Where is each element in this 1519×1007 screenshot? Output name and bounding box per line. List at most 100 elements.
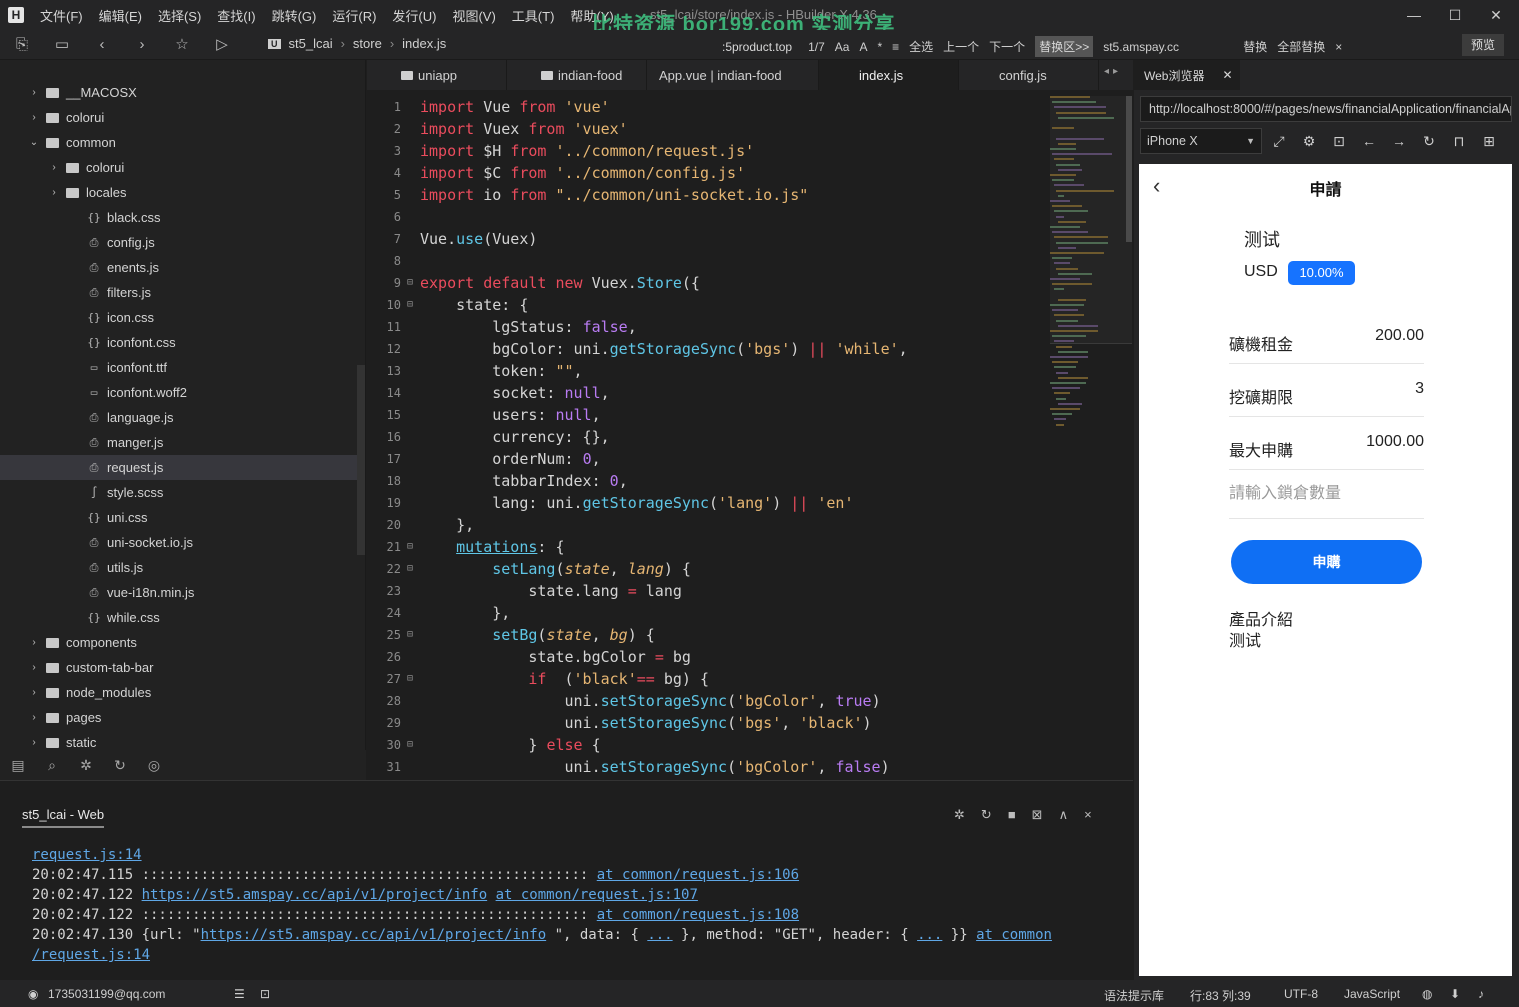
lock-icon[interactable]: ⊓ [1450,132,1468,150]
code-line[interactable]: 29 uni.setStorageSync('bgs', 'black') [367,712,1047,734]
code-line[interactable]: 12 bgColor: uni.getStorageSync('bgs') ||… [367,338,1047,360]
breadcrumb-project[interactable]: st5_lcai [289,36,333,51]
editor-tab[interactable]: uniapp [367,60,507,90]
tree-file[interactable]: ⎙ request.js [0,455,357,480]
devtools-icon[interactable]: ⊡ [1330,132,1348,150]
tree-folder[interactable]: › static [0,730,357,750]
chevron-right-icon[interactable]: › [48,187,60,198]
chevron-right-icon[interactable]: › [28,112,40,123]
chevron-right-icon[interactable]: › [28,712,40,723]
encoding-label[interactable]: UTF-8 [1284,987,1318,1001]
code-line[interactable]: 1 import Vue from 'vue' [367,96,1047,118]
account-avatar-icon[interactable]: ◉ [28,987,38,1001]
tree-file[interactable]: ▭ iconfont.ttf [0,355,357,380]
replace-area-toggle[interactable]: 替换区>> [1035,36,1094,57]
console-link[interactable]: https://st5.amspay.cc/api/v1/project/inf… [142,887,488,903]
collapse-panel-icon[interactable]: ∧ [1059,807,1069,823]
find-input[interactable]: :5product.top [722,40,792,54]
console-link[interactable]: at common/request.js:108 [597,907,799,923]
close-browser-tab-icon[interactable]: ✕ [1222,68,1232,82]
code-line[interactable]: 6 [367,206,1047,228]
code-line[interactable]: 24 }, [367,602,1047,624]
menu-item[interactable]: 编辑(E) [91,6,150,25]
back-icon[interactable]: ‹ [92,35,112,55]
close-panel-icon[interactable]: × [1084,807,1092,823]
code-line[interactable]: 3 import $H from '../common/request.js' [367,140,1047,162]
tree-folder[interactable]: › components [0,630,357,655]
tree-file[interactable]: ⎙ filters.js [0,280,357,305]
code-line[interactable]: 19 lang: uni.getStorageSync('lang') || '… [367,492,1047,514]
list-icon[interactable]: ☰ [234,987,245,1001]
browser-forward-icon[interactable]: → [1390,132,1408,150]
stop-icon[interactable]: ■ [1008,807,1016,823]
console-link[interactable]: ... [917,927,942,943]
tree-folder[interactable]: › node_modules [0,680,357,705]
fold-toggle-icon[interactable]: ⊟ [407,734,413,756]
find-options-icon[interactable]: ≡ [892,40,899,54]
menu-item[interactable]: 选择(S) [150,6,209,25]
maximize-icon[interactable]: ☐ [1445,5,1465,25]
language-mode[interactable]: JavaScript [1344,987,1400,1001]
fold-toggle-icon[interactable]: ⊟ [407,624,413,646]
browser-tab[interactable]: Web浏览器 ✕ [1134,60,1240,90]
favorite-star-icon[interactable]: ☆ [172,35,192,55]
fold-toggle-icon[interactable]: ⊟ [407,294,413,316]
code-line[interactable]: 7 Vue.use(Vuex) [367,228,1047,250]
terminal-icon[interactable]: ⊡ [260,987,270,1001]
code-line[interactable]: 14 socket: null, [367,382,1047,404]
sidebar-scrollbar[interactable] [357,365,365,555]
code-line[interactable]: 26 state.bgColor = bg [367,646,1047,668]
code-line[interactable]: 11 lgStatus: false, [367,316,1047,338]
console-link[interactable]: at common [976,927,1052,943]
fold-toggle-icon[interactable]: ⊟ [407,272,413,294]
console-link[interactable]: at common/request.js:106 [597,867,799,883]
menu-item[interactable]: 视图(V) [444,6,503,25]
tree-file[interactable]: ⎙ uni-socket.io.js [0,530,357,555]
code-line[interactable]: 20 }, [367,514,1047,536]
clear-console-icon[interactable]: ⊠ [1032,807,1043,823]
chevron-right-icon[interactable]: › [28,737,40,748]
menu-item[interactable]: 跳转(G) [264,6,325,25]
chevron-right-icon[interactable]: › [28,662,40,673]
tree-file[interactable]: ∫ style.scss [0,480,357,505]
breadcrumb-folder[interactable]: store [353,36,382,51]
code-line[interactable]: 22 ⊟ setLang(state, lang) { [367,558,1047,580]
url-input[interactable]: http://localhost:8000/#/pages/news/finan… [1140,96,1512,122]
code-line[interactable]: 5 import io from "../common/uni-socket.io… [367,184,1047,206]
menu-item[interactable]: 工具(T) [504,6,563,25]
purchase-button[interactable]: 申購 [1231,540,1422,584]
fold-toggle-icon[interactable]: ⊟ [407,558,413,580]
menu-item[interactable]: 查找(I) [209,6,263,25]
qr-code-icon[interactable]: ⊞ [1480,132,1498,150]
editor-tab[interactable]: index.js [819,60,959,90]
chevron-right-icon[interactable]: › [28,87,40,98]
editor-scrollbar[interactable] [1126,96,1132,242]
debug-icon[interactable]: ✲ [954,807,965,823]
tree-file[interactable]: ⎙ manger.js [0,430,357,455]
code-line[interactable]: 13 token: "", [367,360,1047,382]
code-line[interactable]: 23 state.lang = lang [367,580,1047,602]
code-line[interactable]: 9 ⊟ export default new Vuex.Store({ [367,272,1047,294]
console-link[interactable]: ... [647,927,672,943]
menu-item[interactable]: 发行(U) [384,6,444,25]
tree-folder[interactable]: › custom-tab-bar [0,655,357,680]
menu-item[interactable]: 文件(F) [32,6,91,25]
lock-quantity-input[interactable] [1229,469,1424,519]
editor-tab[interactable]: indian-food [507,60,647,90]
select-all-button[interactable]: 全选 [909,38,933,55]
forward-icon[interactable]: › [132,35,152,55]
plugin-globe-icon[interactable]: ◎ [144,757,164,774]
code-line[interactable]: 18 tabbarIndex: 0, [367,470,1047,492]
code-line[interactable]: 16 currency: {}, [367,426,1047,448]
code-line[interactable]: 17 orderNum: 0, [367,448,1047,470]
editor-tab[interactable]: App.vue | indian-food [647,60,819,90]
console-link[interactable]: /request.js:14 [32,947,150,963]
tab-scroll-arrows-icon[interactable]: ◂▸ [1104,66,1122,77]
code-line[interactable]: 27 ⊟ if ('black'== bg) { [367,668,1047,690]
settings-gear-icon[interactable]: ⚙ [1300,132,1318,150]
cursor-position[interactable]: 行:83 列:39 [1190,987,1251,1004]
fold-toggle-icon[interactable]: ⊟ [407,668,413,690]
preview-button[interactable]: 预览 [1462,34,1504,56]
tree-folder[interactable]: › pages [0,705,357,730]
regex-button[interactable]: * [877,40,882,54]
